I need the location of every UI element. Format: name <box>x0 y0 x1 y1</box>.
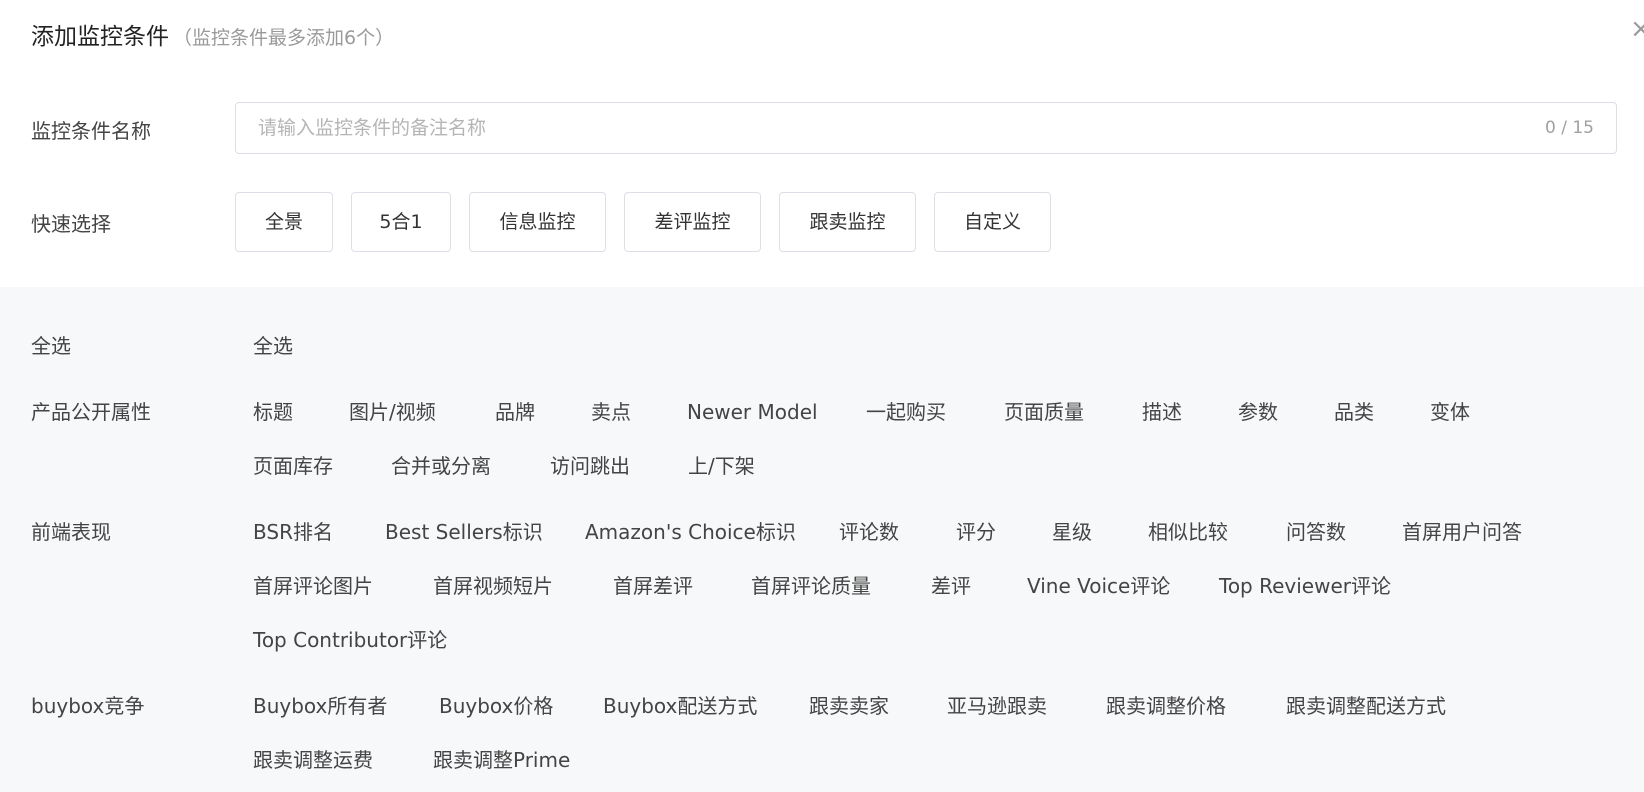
option-brand[interactable]: 品牌 <box>495 397 535 427</box>
quick-negative-review-button[interactable]: 差评监控 <box>624 192 761 252</box>
option-title[interactable]: 标题 <box>253 397 293 427</box>
group-label-frontend: 前端表现 <box>31 520 111 544</box>
close-icon[interactable]: × <box>1630 14 1644 44</box>
option-similar-comparison[interactable]: 相似比较 <box>1148 517 1228 547</box>
quick-custom-button[interactable]: 自定义 <box>934 192 1051 252</box>
option-amazon-hijack[interactable]: 亚马逊跟卖 <box>947 691 1047 721</box>
option-first-screen-review-quality[interactable]: 首屏评论质量 <box>751 571 871 601</box>
option-bsr-rank[interactable]: BSR排名 <box>253 517 333 547</box>
option-buybox-shipping[interactable]: Buybox配送方式 <box>603 691 757 721</box>
option-images-video[interactable]: 图片/视频 <box>349 397 436 427</box>
option-hijack-price-change[interactable]: 跟卖调整价格 <box>1106 691 1226 721</box>
name-field-label: 监控条件名称 <box>31 119 151 143</box>
quick-hijack-monitor-button[interactable]: 跟卖监控 <box>779 192 916 252</box>
option-top-reviewer[interactable]: Top Reviewer评论 <box>1219 571 1391 601</box>
option-hijack-shipping-change[interactable]: 跟卖调整配送方式 <box>1286 691 1446 721</box>
name-input-wrapper: 0 / 15 <box>235 102 1617 154</box>
char-counter: 0 / 15 <box>1545 118 1594 138</box>
option-hijack-sellers[interactable]: 跟卖卖家 <box>809 691 889 721</box>
option-first-screen-qa[interactable]: 首屏用户问答 <box>1402 517 1522 547</box>
option-vine-voice[interactable]: Vine Voice评论 <box>1027 571 1170 601</box>
option-first-screen-negative[interactable]: 首屏差评 <box>613 571 693 601</box>
option-hijack-freight-change[interactable]: 跟卖调整运费 <box>253 745 373 775</box>
option-select-all[interactable]: 全选 <box>253 331 293 361</box>
option-hijack-prime-change[interactable]: 跟卖调整Prime <box>433 745 570 775</box>
dialog-subtitle: （监控条件最多添加6个） <box>173 27 395 49</box>
option-qa-count[interactable]: 问答数 <box>1286 517 1346 547</box>
quick-select-label: 快速选择 <box>31 212 111 236</box>
option-amazons-choice-badge[interactable]: Amazon's Choice标识 <box>585 517 796 547</box>
option-newer-model[interactable]: Newer Model <box>687 397 818 427</box>
option-top-contributor[interactable]: Top Contributor评论 <box>253 625 447 655</box>
option-page-stock[interactable]: 页面库存 <box>253 451 333 481</box>
option-buybox-price[interactable]: Buybox价格 <box>439 691 553 721</box>
option-listing-status[interactable]: 上/下架 <box>688 451 755 481</box>
dialog-title-text: 添加监控条件 <box>31 24 169 50</box>
option-negative-reviews[interactable]: 差评 <box>931 571 971 601</box>
quick-5in1-button[interactable]: 5合1 <box>351 192 451 252</box>
option-best-sellers-badge[interactable]: Best Sellers标识 <box>385 517 543 547</box>
option-variants[interactable]: 变体 <box>1430 397 1470 427</box>
option-merge-split[interactable]: 合并或分离 <box>391 451 491 481</box>
option-bounce[interactable]: 访问跳出 <box>550 451 630 481</box>
option-category[interactable]: 品类 <box>1334 397 1374 427</box>
name-input[interactable] <box>236 103 1580 153</box>
quick-panorama-button[interactable]: 全景 <box>235 192 333 252</box>
option-first-screen-review-images[interactable]: 首屏评论图片 <box>253 571 373 601</box>
options-panel: 全选 全选 产品公开属性 标题 图片/视频 品牌 卖点 Newer Model … <box>0 287 1644 792</box>
group-label-buybox: buybox竞争 <box>31 694 145 718</box>
option-parameters[interactable]: 参数 <box>1238 397 1278 427</box>
quick-info-monitor-button[interactable]: 信息监控 <box>469 192 606 252</box>
option-first-screen-videos[interactable]: 首屏视频短片 <box>433 571 553 601</box>
option-bought-together[interactable]: 一起购买 <box>866 397 946 427</box>
select-all-label: 全选 <box>31 334 71 358</box>
option-review-count[interactable]: 评论数 <box>839 517 899 547</box>
option-rating[interactable]: 评分 <box>956 517 996 547</box>
option-buybox-owner[interactable]: Buybox所有者 <box>253 691 387 721</box>
dialog-title: 添加监控条件 （监控条件最多添加6个） <box>31 20 394 54</box>
option-page-quality[interactable]: 页面质量 <box>1004 397 1084 427</box>
option-selling-points[interactable]: 卖点 <box>591 397 631 427</box>
option-star-level[interactable]: 星级 <box>1052 517 1092 547</box>
option-description[interactable]: 描述 <box>1142 397 1182 427</box>
group-label-product-attrs: 产品公开属性 <box>31 400 151 424</box>
